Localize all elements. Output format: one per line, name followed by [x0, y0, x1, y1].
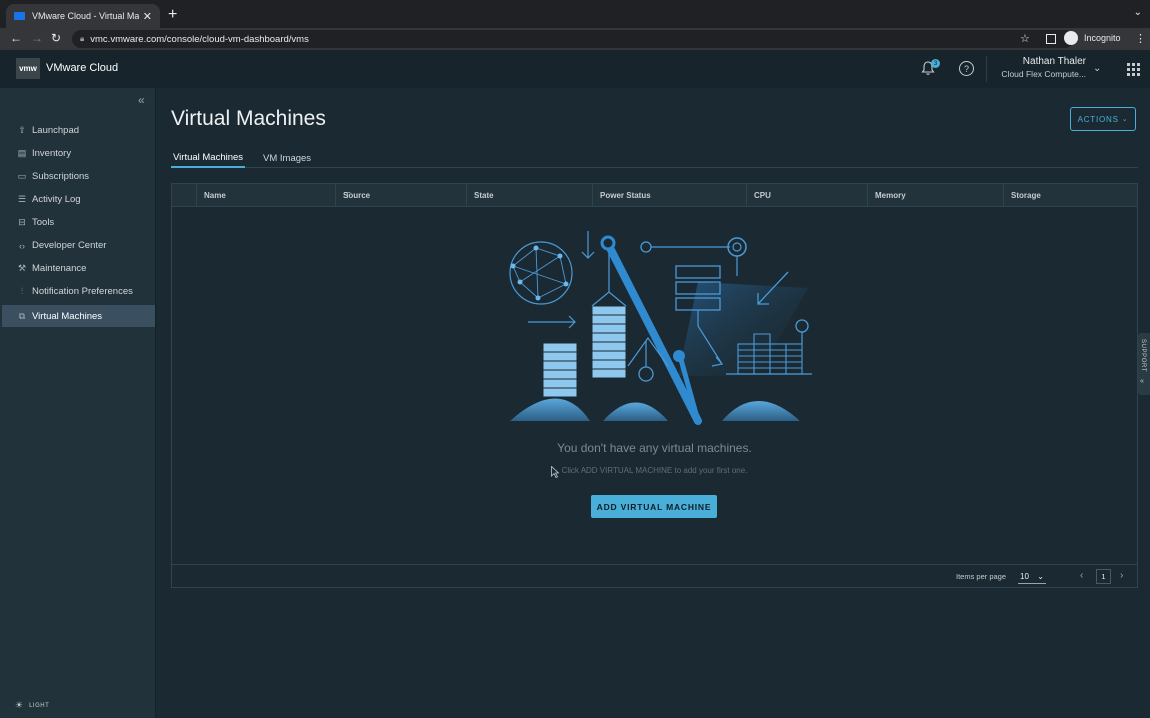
vmware-favicon-icon: [14, 12, 25, 20]
toolbox-icon: ⊟: [18, 217, 26, 227]
column-header-state[interactable]: State: [466, 184, 592, 207]
items-per-page-value: 10: [1020, 571, 1029, 581]
subscriptions-icon: ▭: [17, 171, 27, 181]
browser-toolbar: ← → ↻ 🔒︎ vmc.vmware.com/console/cloud-vm…: [0, 28, 1150, 50]
address-bar[interactable]: 🔒︎ vmc.vmware.com/console/cloud-vm-dashb…: [72, 30, 1074, 48]
sun-icon: ☀: [15, 700, 24, 710]
reload-icon[interactable]: ↻: [51, 31, 61, 45]
inventory-icon: ▤: [17, 148, 27, 158]
tab-search-icon[interactable]: ⌄: [1134, 7, 1142, 18]
user-org: Cloud Flex Compute...: [1001, 69, 1086, 79]
notification-badge: 3: [931, 59, 940, 68]
theme-toggle-label: LIGHT: [29, 702, 50, 709]
sidebar-item-label: Virtual Machines: [32, 310, 103, 322]
support-label: SUPPORT: [1140, 339, 1146, 373]
add-virtual-machine-button[interactable]: ADD VIRTUAL MACHINE: [591, 495, 717, 518]
sliders-icon: ⫶: [20, 286, 24, 296]
app-name[interactable]: VMware Cloud: [46, 62, 118, 74]
forward-icon[interactable]: →: [31, 31, 43, 45]
actions-button-label: ACTIONS: [1077, 114, 1119, 124]
items-per-page-label: Items per page: [956, 572, 1007, 581]
incognito-indicator[interactable]: Incognito: [1064, 31, 1121, 45]
column-header-name[interactable]: Name ⊤: [196, 184, 351, 207]
column-header-storage[interactable]: Storage: [1003, 184, 1137, 207]
vm-datagrid: Name ⊤ Source State Power Status CPU Mem…: [171, 183, 1138, 588]
sidebar-item-label: Inventory: [32, 148, 72, 159]
sidebar-item-label: Maintenance: [32, 263, 87, 274]
app-switcher-icon[interactable]: [1127, 63, 1140, 76]
sidebar-item-subscriptions[interactable]: ▭ Subscriptions: [2, 166, 155, 187]
browser-tab-title: VMware Cloud - Virtual Machi: [32, 11, 139, 21]
vm-icon: ⧉: [18, 310, 26, 321]
support-tab[interactable]: SUPPORT «: [1138, 333, 1150, 395]
sidebar-item-launchpad[interactable]: ⇧ Launchpad: [2, 120, 155, 141]
vmware-logo[interactable]: vmw: [16, 58, 40, 79]
user-menu[interactable]: Nathan Thaler Cloud Flex Compute...: [996, 56, 1086, 79]
chevron-down-icon[interactable]: ⌄: [1093, 63, 1101, 74]
incognito-icon: [1064, 31, 1078, 45]
browser-tab-bar: VMware Cloud - Virtual Machi ✕ + ⌄: [0, 0, 1150, 28]
chevron-down-icon: ⌄: [1121, 116, 1129, 123]
next-page-icon[interactable]: ›: [1120, 570, 1123, 581]
rocket-icon: ⇧: [18, 125, 26, 135]
empty-state-hint: Click ADD VIRTUAL MACHINE to add your fi…: [561, 466, 748, 475]
incognito-label: Incognito: [1084, 33, 1121, 43]
bookmark-star-icon[interactable]: ☆: [1020, 32, 1030, 45]
new-tab-icon[interactable]: +: [168, 6, 177, 24]
sidebar-item-label: Launchpad: [32, 125, 80, 136]
tab-vm-images[interactable]: VM Images: [261, 148, 313, 168]
code-icon: ‹›: [19, 240, 25, 251]
sidebar-item-maintenance[interactable]: ⚒︎ Maintenance: [2, 258, 155, 279]
actions-button[interactable]: ACTIONS ⌄: [1070, 107, 1136, 131]
wrench-icon: ⚒︎: [17, 263, 27, 273]
sidebar-item-label: Developer Center: [32, 240, 107, 251]
help-icon[interactable]: ?: [959, 61, 974, 76]
collapse-sidebar-icon[interactable]: «: [138, 93, 145, 107]
sidebar-item-notification-preferences[interactable]: ⫶ Notification Preferences: [2, 281, 155, 302]
sidebar-item-label: Subscriptions: [32, 171, 90, 182]
current-page-input[interactable]: 1: [1096, 569, 1111, 584]
sidebar-item-activity-log[interactable]: ☰ Activity Log: [2, 189, 155, 210]
sidebar-item-tools[interactable]: ⊟ Tools: [2, 212, 155, 233]
list-icon: ☰: [17, 194, 27, 204]
header-divider: [986, 56, 987, 82]
double-chevron-left-icon: «: [1140, 378, 1144, 385]
close-tab-icon[interactable]: ✕: [143, 10, 152, 23]
page-title: Virtual Machines: [171, 107, 326, 130]
previous-page-icon[interactable]: ‹: [1080, 570, 1083, 581]
empty-state-illustration: [509, 231, 812, 425]
column-header-source[interactable]: Source: [335, 184, 466, 207]
tab-virtual-machines[interactable]: Virtual Machines: [171, 148, 246, 168]
empty-state-message: You don't have any virtual machines.: [557, 441, 752, 455]
user-name: Nathan Thaler: [1022, 56, 1086, 67]
chevron-down-icon: ⌄: [1037, 571, 1044, 581]
browser-tab[interactable]: VMware Cloud - Virtual Machi ✕: [6, 4, 160, 28]
page-tabs: Virtual Machines VM Images: [171, 148, 1138, 168]
back-icon[interactable]: ←: [10, 31, 22, 45]
lock-icon: 🔒︎: [80, 34, 85, 43]
app-header: vmw VMware Cloud 3 ? Nathan Thaler Cloud…: [0, 50, 1150, 88]
column-header-memory[interactable]: Memory: [867, 184, 1003, 207]
sidebar-item-label: Tools: [32, 217, 55, 228]
sidebar-item-inventory[interactable]: ▤ Inventory: [2, 143, 155, 164]
datagrid-header: Name ⊤ Source State Power Status CPU Mem…: [172, 184, 1137, 207]
column-header-label: Name: [204, 191, 226, 200]
items-per-page-select[interactable]: 10 ⌄: [1018, 569, 1046, 584]
column-header-power-status[interactable]: Power Status: [592, 184, 746, 207]
sidebar: « ⇧ Launchpad ▤ Inventory ▭ Subscription…: [0, 88, 156, 718]
datagrid-footer: Items per page 10 ⌄ ‹ 1 ›: [172, 564, 1137, 587]
url-text: vmc.vmware.com/console/cloud-vm-dashboar…: [90, 33, 309, 45]
side-panel-icon[interactable]: [1046, 34, 1056, 44]
sidebar-item-virtual-machines[interactable]: ⧉ Virtual Machines: [2, 305, 155, 327]
sidebar-item-developer-center[interactable]: ‹› Developer Center: [2, 235, 155, 256]
sidebar-item-label: Notification Preferences: [32, 286, 133, 297]
browser-menu-icon[interactable]: ⋮: [1135, 32, 1146, 45]
column-header-cpu[interactable]: CPU: [746, 184, 867, 207]
select-column-header: [172, 184, 196, 207]
sidebar-item-label: Activity Log: [32, 194, 81, 205]
theme-toggle[interactable]: ☀ LIGHT: [15, 700, 49, 711]
mouse-cursor-icon: [551, 466, 559, 478]
